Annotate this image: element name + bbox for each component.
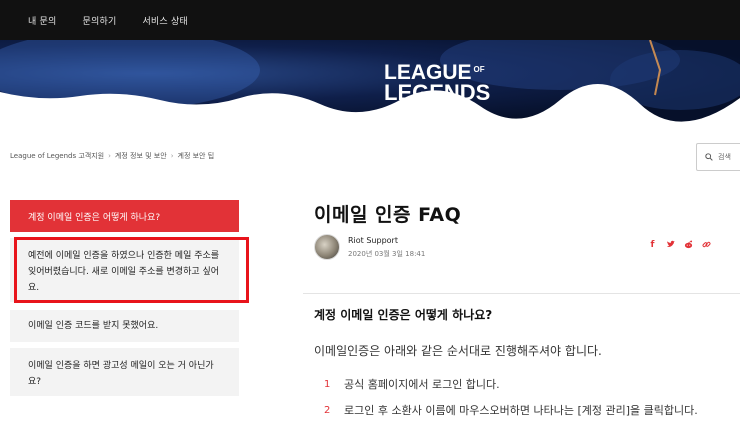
banner-art <box>0 40 740 124</box>
top-navigation: 내 문의 문의하기 서비스 상태 <box>0 0 740 40</box>
twitter-icon[interactable] <box>666 240 675 252</box>
search-icon <box>705 153 713 161</box>
nav-service-status[interactable]: 서비스 상태 <box>142 14 187 27</box>
sidebar-item-no-code[interactable]: 이메일 인증 코드를 받지 못했어요. <box>10 310 239 342</box>
sidebar-item-ad-mail[interactable]: 이메일 인증을 하면 광고성 메일이 오는 거 아닌가요? <box>10 348 239 396</box>
search-button[interactable]: 검색 <box>696 143 740 171</box>
link-icon[interactable] <box>702 240 711 252</box>
step-text: 공식 홈페이지에서 로그인 합니다. <box>344 378 500 391</box>
facebook-icon[interactable]: f <box>648 240 657 252</box>
intro-text: 이메일인증은 아래와 같은 순서대로 진행해주셔야 합니다. <box>314 344 602 358</box>
list-item: 1 공식 홈페이지에서 로그인 합니다. <box>324 376 734 394</box>
avatar <box>314 234 340 260</box>
breadcrumb-separator: › <box>170 152 174 160</box>
page-title: 이메일 인증 FAQ <box>314 204 462 226</box>
breadcrumb-item-account[interactable]: 계정 정보 및 보안 <box>115 151 167 161</box>
post-date: 2020년 03월 3일 18:41 <box>348 249 426 258</box>
highlight-box <box>14 237 249 303</box>
nav-my-inquiries[interactable]: 내 문의 <box>28 14 57 27</box>
steps-list: 1 공식 홈페이지에서 로그인 합니다. 2 로그인 후 소환사 이름에 마우스… <box>324 376 734 428</box>
step-text: 로그인 후 소환사 이름에 마우스오버하면 나타나는 [계정 관리]을 클릭합니… <box>344 404 698 417</box>
search-label: 검색 <box>718 153 731 161</box>
breadcrumb-separator: › <box>108 152 111 160</box>
author-info: Riot Support 2020년 03월 3일 18:41 <box>314 234 425 260</box>
list-item: 2 로그인 후 소환사 이름에 마우스오버하면 나타나는 [계정 관리]을 클릭… <box>324 402 734 420</box>
section-heading: 계정 이메일 인증은 어떻게 하나요? <box>314 308 493 322</box>
reddit-icon[interactable] <box>684 240 693 252</box>
step-number: 2 <box>324 405 331 416</box>
breadcrumb-item-support[interactable]: League of Legends 고객지원 <box>10 151 104 161</box>
league-of-legends-logo[interactable]: LEAGUE OF LEGENDS <box>384 62 490 104</box>
step-number: 1 <box>324 379 331 390</box>
nav-submit-inquiry[interactable]: 문의하기 <box>83 14 117 27</box>
divider <box>303 293 740 294</box>
share-links: f <box>648 240 711 252</box>
author-name: Riot Support <box>348 235 398 245</box>
sidebar-item-active[interactable]: 계정 이메일 인증은 어떻게 하나요? <box>10 200 239 232</box>
breadcrumb: League of Legends 고객지원 › 계정 정보 및 보안 › 계정… <box>10 151 214 161</box>
hero-banner: LEAGUE OF LEGENDS <box>0 40 740 124</box>
breadcrumb-item-security[interactable]: 계정 보안 팁 <box>178 151 215 161</box>
